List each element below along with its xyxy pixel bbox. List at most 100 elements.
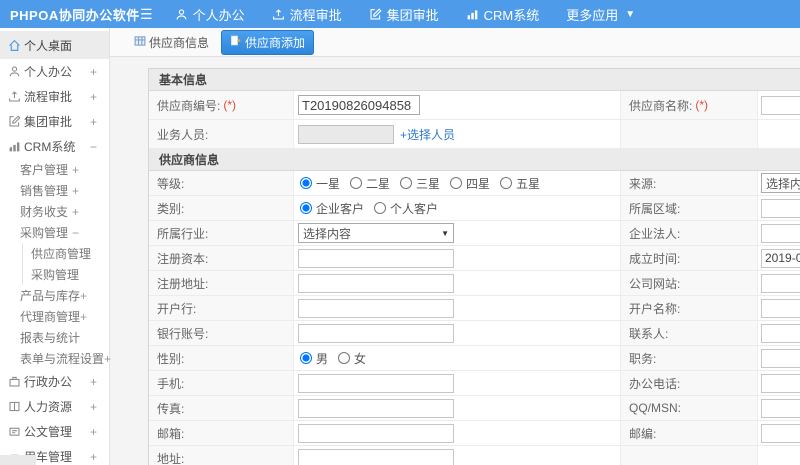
sidebar-item-workflow-approval[interactable]: 流程审批 + [0,84,109,109]
expand-icon[interactable]: + [104,352,111,366]
grade-radio-3[interactable] [400,177,413,189]
field-label: 等级: [149,171,294,195]
sidebar-item-product-inventory[interactable]: 产品与库存 + [0,285,109,306]
gender-radio-female[interactable] [338,352,351,364]
fax-input[interactable] [298,398,454,418]
sidebar-item-personal-office[interactable]: 个人办公 + [0,59,109,84]
legal-person-input[interactable] [761,223,800,243]
expand-icon[interactable]: + [72,184,79,198]
tab-supplier-info[interactable]: 供应商信息 [130,31,213,54]
expand-icon[interactable]: + [90,400,97,414]
sidebar-item-crm-system[interactable]: CRM系统 − [0,134,109,159]
form-row-category: 类别: 企业客户 个人客户 所属区域: [149,196,800,221]
chart-icon [8,140,24,153]
radio-label: 男 [316,351,329,366]
sidebar-item-personal-desktop[interactable]: 个人桌面 [0,31,109,59]
expand-icon[interactable]: + [90,115,97,129]
email-input[interactable] [298,423,454,443]
choose-staff-link[interactable]: +选择人员 [400,126,455,143]
menu-toggle-icon[interactable]: ☰ [140,7,153,21]
sidebar-label: 采购管理 [20,226,69,240]
field-label: 性别: [149,346,294,370]
expand-icon[interactable]: + [90,65,97,79]
qq-msn-input[interactable] [761,398,800,418]
form-row-industry: 所属行业: 选择内容 ▼ 企业法人: [149,221,800,246]
sidebar-item-supplier-mgmt[interactable]: 供应商管理 [22,243,109,264]
account-name-input[interactable] [761,298,800,318]
sidebar-item-reports-stats[interactable]: 报表与统计 [0,327,109,348]
job-title-input[interactable] [761,348,800,368]
supplier-name-input[interactable] [761,95,800,115]
nav-workflow-approval[interactable]: 流程审批 [272,5,342,24]
nav-label: 流程审批 [289,7,342,23]
source-select[interactable]: 选择内容 ▼ [761,173,800,193]
expand-icon[interactable]: + [90,450,97,464]
nav-personal-office[interactable]: 个人办公 [175,5,245,24]
founded-date-input[interactable] [761,248,800,268]
industry-select[interactable]: 选择内容 ▼ [298,223,454,243]
registered-address-input[interactable] [298,273,454,293]
sidebar-label: 产品与库存 [20,289,81,303]
sidebar-item-customer-mgmt[interactable]: 客户管理 + [0,159,109,180]
category-radio-enterprise[interactable] [300,202,312,214]
sidebar-item-form-flow-settings[interactable]: 表单与流程设置 + [0,348,111,369]
collapse-icon[interactable]: − [72,226,79,240]
grade-radio-4[interactable] [450,177,463,189]
grade-radio-2[interactable] [350,177,363,189]
sidebar-label: 行政办公 [24,375,73,389]
nav-crm-system[interactable]: CRM系统 [466,5,540,24]
section-header-basic: 基本信息 [149,69,800,91]
expand-icon[interactable]: + [90,425,97,439]
gender-radio-male[interactable] [300,352,312,364]
doc-icon [8,425,24,438]
sidebar-item-sales-mgmt[interactable]: 销售管理 + [0,180,109,201]
sidebar-item-admin-office[interactable]: 行政办公 + [0,369,109,394]
bank-input[interactable] [298,298,454,318]
hr-icon [8,400,24,413]
grade-radio-1[interactable] [300,177,312,189]
postcode-input[interactable] [761,423,800,443]
sidebar-item-hr[interactable]: 人力资源 + [0,394,109,419]
caret-down-icon: ▼ [625,8,636,20]
expand-icon[interactable]: + [80,289,87,303]
expand-icon[interactable]: + [72,163,79,177]
address-input[interactable] [298,448,454,465]
sidebar-item-purchase-mgmt-sub[interactable]: 采购管理 [22,264,109,285]
topbar: PHPOA协同办公软件 ☰ 个人办公 流程审批 集团审批 CRM系统 更多应用 … [0,0,800,28]
sidebar-item-purchase-mgmt[interactable]: 采购管理 − [0,222,109,243]
mobile-input[interactable] [298,373,454,393]
edit-icon [369,7,382,21]
form-row-reg-address: 注册地址: 公司网站: [149,271,800,296]
nav-label: CRM系统 [483,7,540,23]
contact-person-input[interactable] [761,323,800,343]
grade-radio-5[interactable] [500,177,513,189]
category-radio-group: 企业客户 个人客户 [294,196,621,220]
nav-more-apps[interactable]: 更多应用 ▼ [566,5,635,24]
collapse-icon[interactable]: − [90,140,97,154]
registered-capital-input[interactable] [298,248,454,268]
nav-group-approval[interactable]: 集团审批 [369,5,439,24]
office-phone-input[interactable] [761,373,800,393]
expand-icon[interactable]: + [90,90,97,104]
region-input[interactable] [761,198,800,218]
expand-icon[interactable]: + [72,205,79,219]
sidebar-item-finance[interactable]: 财务收支 + [0,201,109,222]
expand-icon[interactable]: + [90,375,97,389]
tab-supplier-add[interactable]: 供应商添加 [221,29,315,55]
field-label: 来源: [621,171,758,195]
sidebar-label: 个人桌面 [24,38,73,53]
sidebar-label: 财务收支 [20,205,69,219]
supplier-no-input[interactable] [298,95,420,115]
expand-icon[interactable]: + [80,310,87,324]
field-label: 地址: [149,446,294,465]
category-radio-personal[interactable] [374,202,387,214]
topbar-nav: 个人办公 流程审批 集团审批 CRM系统 更多应用 ▼ [175,5,635,24]
bank-account-input[interactable] [298,323,454,343]
sidebar-item-agent-mgmt[interactable]: 代理商管理 + [0,306,109,327]
sidebar-item-group-approval[interactable]: 集团审批 + [0,109,109,134]
website-input[interactable] [761,273,800,293]
radio-label: 一星 [316,176,341,191]
field-label: 办公电话: [621,371,758,395]
sidebar-item-document-mgmt[interactable]: 公文管理 + [0,419,109,444]
staff-input[interactable] [298,124,394,144]
